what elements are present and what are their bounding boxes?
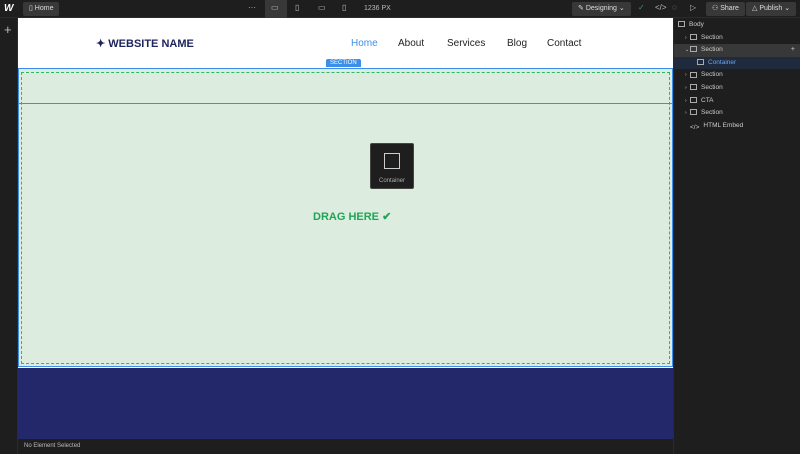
element-icon (690, 96, 697, 103)
share-button[interactable]: ⚇ Share (706, 2, 745, 16)
blue-section[interactable] (18, 368, 673, 439)
navigator-item[interactable]: Body (674, 19, 800, 32)
canvas[interactable]: ✦ WEBSITE NAME Home About Services Blog … (18, 18, 673, 439)
container-label: Container (378, 178, 405, 184)
webflow-logo[interactable]: W (4, 3, 13, 14)
navigator-item-label: Section (701, 33, 723, 41)
more-button[interactable]: ··· (248, 3, 256, 12)
check-circle-icon: ✔ (382, 211, 392, 223)
code-icon[interactable]: </> (655, 3, 667, 12)
breakpoint-desktop[interactable]: ▭ (265, 0, 287, 18)
status-bar: No Element Selected (18, 439, 673, 454)
mode-label: Designing (585, 5, 617, 12)
breakpoint-tablet[interactable]: ▯ (295, 3, 299, 12)
element-icon (690, 71, 697, 78)
navigator-item[interactable]: › Section (674, 107, 800, 120)
section-divider (19, 103, 672, 104)
preview-icon[interactable]: ▷ (690, 3, 696, 12)
top-bar: W ▯ Home ··· ▭ ▯ ▭ ▯ 1236 PX ✎ Designing… (0, 0, 800, 18)
check-icon[interactable]: ✓ (638, 3, 645, 12)
element-icon (690, 109, 697, 116)
nav-services[interactable]: Services (447, 38, 485, 49)
brand-name: WEBSITE NAME (108, 38, 194, 50)
drag-here-text: DRAG HERE ✔ (313, 210, 391, 223)
element-icon: </> (690, 124, 700, 132)
navigator-item-label: Section (701, 71, 723, 79)
comment-icon[interactable]: ◌ (672, 3, 677, 12)
navigator-item-label: HTML Embed (703, 121, 744, 129)
section-tag: SECTION (326, 59, 361, 67)
navigator-item-label: CTA (701, 96, 714, 104)
nav-blog[interactable]: Blog (507, 38, 527, 49)
element-icon (697, 59, 704, 66)
navigator-panel: Body › Section ⌄ Section + Container › Section › S… (673, 18, 800, 454)
navigator-item[interactable]: › Section (674, 82, 800, 95)
navigator-item-label: Section (701, 109, 723, 117)
navigator-item[interactable]: › Section (674, 32, 800, 45)
breakpoint-landscape[interactable]: ▭ (318, 3, 326, 12)
share-label: Share (720, 5, 739, 12)
left-toolbar: + (0, 18, 18, 454)
element-icon (690, 84, 697, 91)
navigator-item-label: Section (701, 46, 723, 54)
site-brand[interactable]: ✦ WEBSITE NAME (96, 37, 194, 50)
page-selector[interactable]: ▯ Home (23, 2, 60, 16)
navigator-item[interactable]: › Section (674, 69, 800, 82)
page-name: Home (34, 5, 54, 12)
navigator-item-label: Body (689, 21, 704, 28)
add-child-icon[interactable]: + (791, 44, 795, 57)
nav-contact[interactable]: Contact (547, 38, 581, 49)
add-icon[interactable]: + (4, 22, 12, 37)
navigator-item[interactable]: </> HTML Embed (674, 120, 800, 133)
element-icon (678, 21, 685, 28)
publish-button[interactable]: △ Publish ⌄ (746, 2, 797, 16)
drag-label: DRAG HERE (313, 211, 380, 223)
publish-label: Publish (759, 5, 783, 12)
nav-about[interactable]: About (398, 38, 424, 49)
desktop-icon: ▭ (271, 3, 279, 12)
navigator-item-label: Container (708, 58, 737, 66)
navigator-item[interactable]: › CTA (674, 95, 800, 108)
nav-home[interactable]: Home (351, 38, 378, 49)
mode-dropdown[interactable]: ✎ Designing ⌄ (572, 2, 631, 16)
navigator-item-label: Section (701, 84, 723, 91)
element-icon (690, 33, 697, 40)
element-icon (690, 46, 697, 53)
navigator-item[interactable]: Container (674, 56, 800, 70)
container-drag-card[interactable]: Container (370, 143, 414, 189)
canvas-width: 1236 PX (364, 5, 391, 12)
breakpoint-mobile[interactable]: ▯ (342, 3, 346, 12)
container-icon (384, 153, 400, 169)
navigator-item[interactable]: ⌄ Section + (674, 44, 800, 57)
